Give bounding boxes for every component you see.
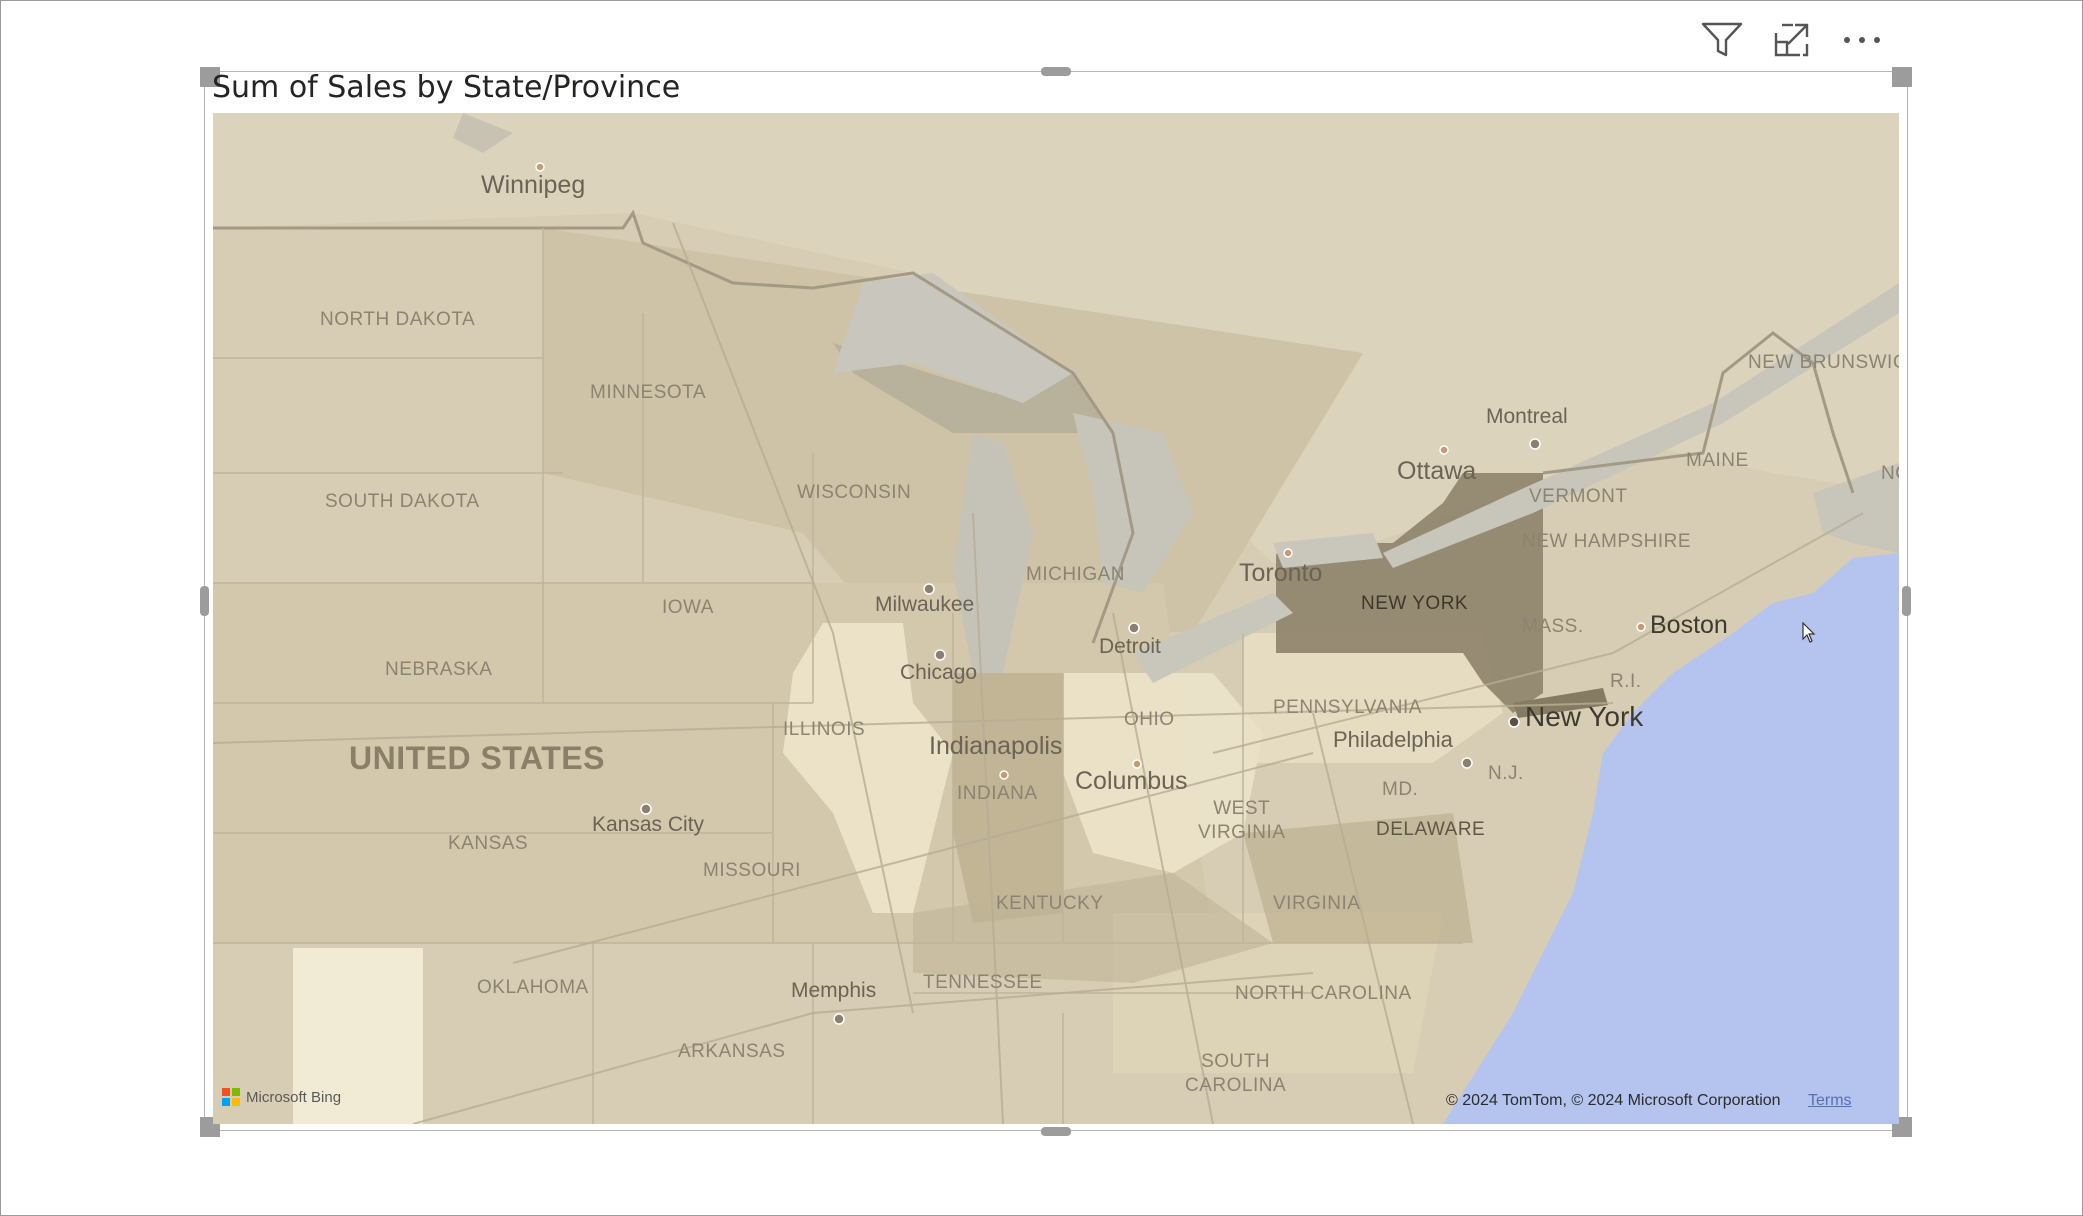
label-ri: R.I.	[1610, 671, 1642, 692]
label-north-carolina: NORTH CAROLINA	[1235, 983, 1412, 1004]
mouse-cursor-icon	[1802, 622, 1816, 643]
label-milwaukee: Milwaukee	[875, 593, 975, 616]
marker-memphis	[833, 1013, 845, 1025]
label-kentucky: KENTUCKY	[996, 893, 1104, 914]
terms-link[interactable]: Terms	[1808, 1092, 1852, 1110]
filled-map[interactable]: UNITED STATES NORTH DAKOTA MINNESOTA SOU…	[213, 113, 1899, 1124]
marker-montreal	[1529, 438, 1541, 450]
label-kansas-city: Kansas City	[592, 813, 705, 836]
label-tennessee: TENNESSEE	[923, 972, 1043, 993]
map-canvas	[213, 113, 1899, 1124]
label-philadelphia: Philadelphia	[1333, 727, 1453, 752]
label-virginia: VIRGINIA	[1273, 893, 1361, 914]
marker-detroit	[1128, 622, 1140, 634]
label-ohio: OHIO	[1124, 709, 1175, 730]
label-kansas: KANSAS	[448, 833, 529, 854]
label-memphis: Memphis	[791, 979, 877, 1002]
label-new-york: NEW YORK	[1361, 593, 1469, 614]
label-nj: N.J.	[1488, 763, 1524, 784]
resize-handle-top[interactable]	[1041, 67, 1071, 76]
filter-button[interactable]	[1700, 18, 1744, 62]
label-pennsylvania: PENNSYLVANIA	[1273, 697, 1422, 718]
label-mass: MASS.	[1522, 616, 1584, 637]
marker-boston	[1636, 622, 1646, 632]
resize-handle-left[interactable]	[200, 586, 209, 616]
label-west-virginia: WEST VIRGINIA	[1198, 797, 1285, 845]
label-south-carolina-text: SOUTH CAROLINA	[1185, 1051, 1287, 1096]
label-oklahoma: OKLAHOMA	[477, 977, 589, 998]
label-nova-scotia: NO	[1881, 463, 1899, 484]
label-delaware: DELAWARE	[1376, 819, 1486, 840]
label-new-brunswick: NEW BRUNSWIC	[1748, 352, 1899, 373]
label-west-virginia-text: WEST VIRGINIA	[1198, 798, 1286, 843]
label-north-dakota: NORTH DAKOTA	[320, 309, 476, 330]
more-options-icon	[1844, 37, 1880, 43]
label-detroit: Detroit	[1099, 635, 1161, 658]
bing-logo[interactable]: Microsoft Bing	[222, 1088, 341, 1106]
label-columbus: Columbus	[1075, 767, 1188, 795]
label-indiana: INDIANA	[957, 783, 1038, 804]
marker-winnipeg	[535, 162, 545, 172]
label-south-dakota: SOUTH DAKOTA	[325, 491, 480, 512]
label-wisconsin: WISCONSIN	[797, 482, 912, 503]
label-minnesota: MINNESOTA	[590, 382, 707, 403]
label-illinois: ILLINOIS	[783, 719, 866, 740]
resize-handle-top-right[interactable]	[1892, 67, 1912, 87]
resize-handle-bottom[interactable]	[1041, 1127, 1071, 1136]
label-md: MD.	[1382, 779, 1419, 800]
marker-philadelphia	[1461, 757, 1473, 769]
label-boston: Boston	[1650, 611, 1728, 639]
label-arkansas: ARKANSAS	[678, 1041, 786, 1062]
label-toronto: Toronto	[1239, 559, 1323, 587]
label-new-york-city: New York	[1525, 701, 1644, 732]
marker-indianapolis	[999, 770, 1009, 780]
label-nebraska: NEBRASKA	[385, 659, 493, 680]
visual-header	[1700, 16, 1884, 64]
marker-toronto	[1283, 548, 1293, 558]
more-options-button[interactable]	[1840, 18, 1884, 62]
visual-title: Sum of Sales by State/Province	[212, 70, 681, 105]
marker-ottawa	[1439, 445, 1449, 455]
label-winnipeg: Winnipeg	[481, 171, 586, 199]
marker-new-york	[1508, 716, 1520, 728]
label-indianapolis: Indianapolis	[929, 732, 1063, 760]
bing-logo-text: Microsoft Bing	[246, 1088, 342, 1106]
resize-handle-right[interactable]	[1902, 586, 1911, 616]
label-missouri: MISSOURI	[703, 860, 801, 881]
label-united-states: UNITED STATES	[349, 740, 605, 776]
label-michigan: MICHIGAN	[1026, 564, 1125, 585]
focus-mode-button[interactable]	[1770, 18, 1814, 62]
label-new-hampshire: NEW HAMPSHIRE	[1522, 531, 1692, 552]
label-chicago: Chicago	[900, 661, 978, 684]
map-copyright: © 2024 TomTom, © 2024 Microsoft Corporat…	[1446, 1092, 1781, 1109]
label-iowa: IOWA	[662, 597, 714, 618]
label-montreal: Montreal	[1486, 405, 1568, 428]
marker-chicago	[934, 649, 946, 661]
label-maine: MAINE	[1686, 450, 1749, 471]
label-vermont: VERMONT	[1529, 486, 1628, 507]
focus-mode-icon	[1774, 23, 1809, 57]
filter-icon	[1701, 22, 1743, 57]
label-ottawa: Ottawa	[1397, 457, 1477, 485]
label-south-carolina: SOUTH CAROLINA	[1185, 1050, 1286, 1098]
microsoft-logo-icon	[222, 1088, 240, 1106]
